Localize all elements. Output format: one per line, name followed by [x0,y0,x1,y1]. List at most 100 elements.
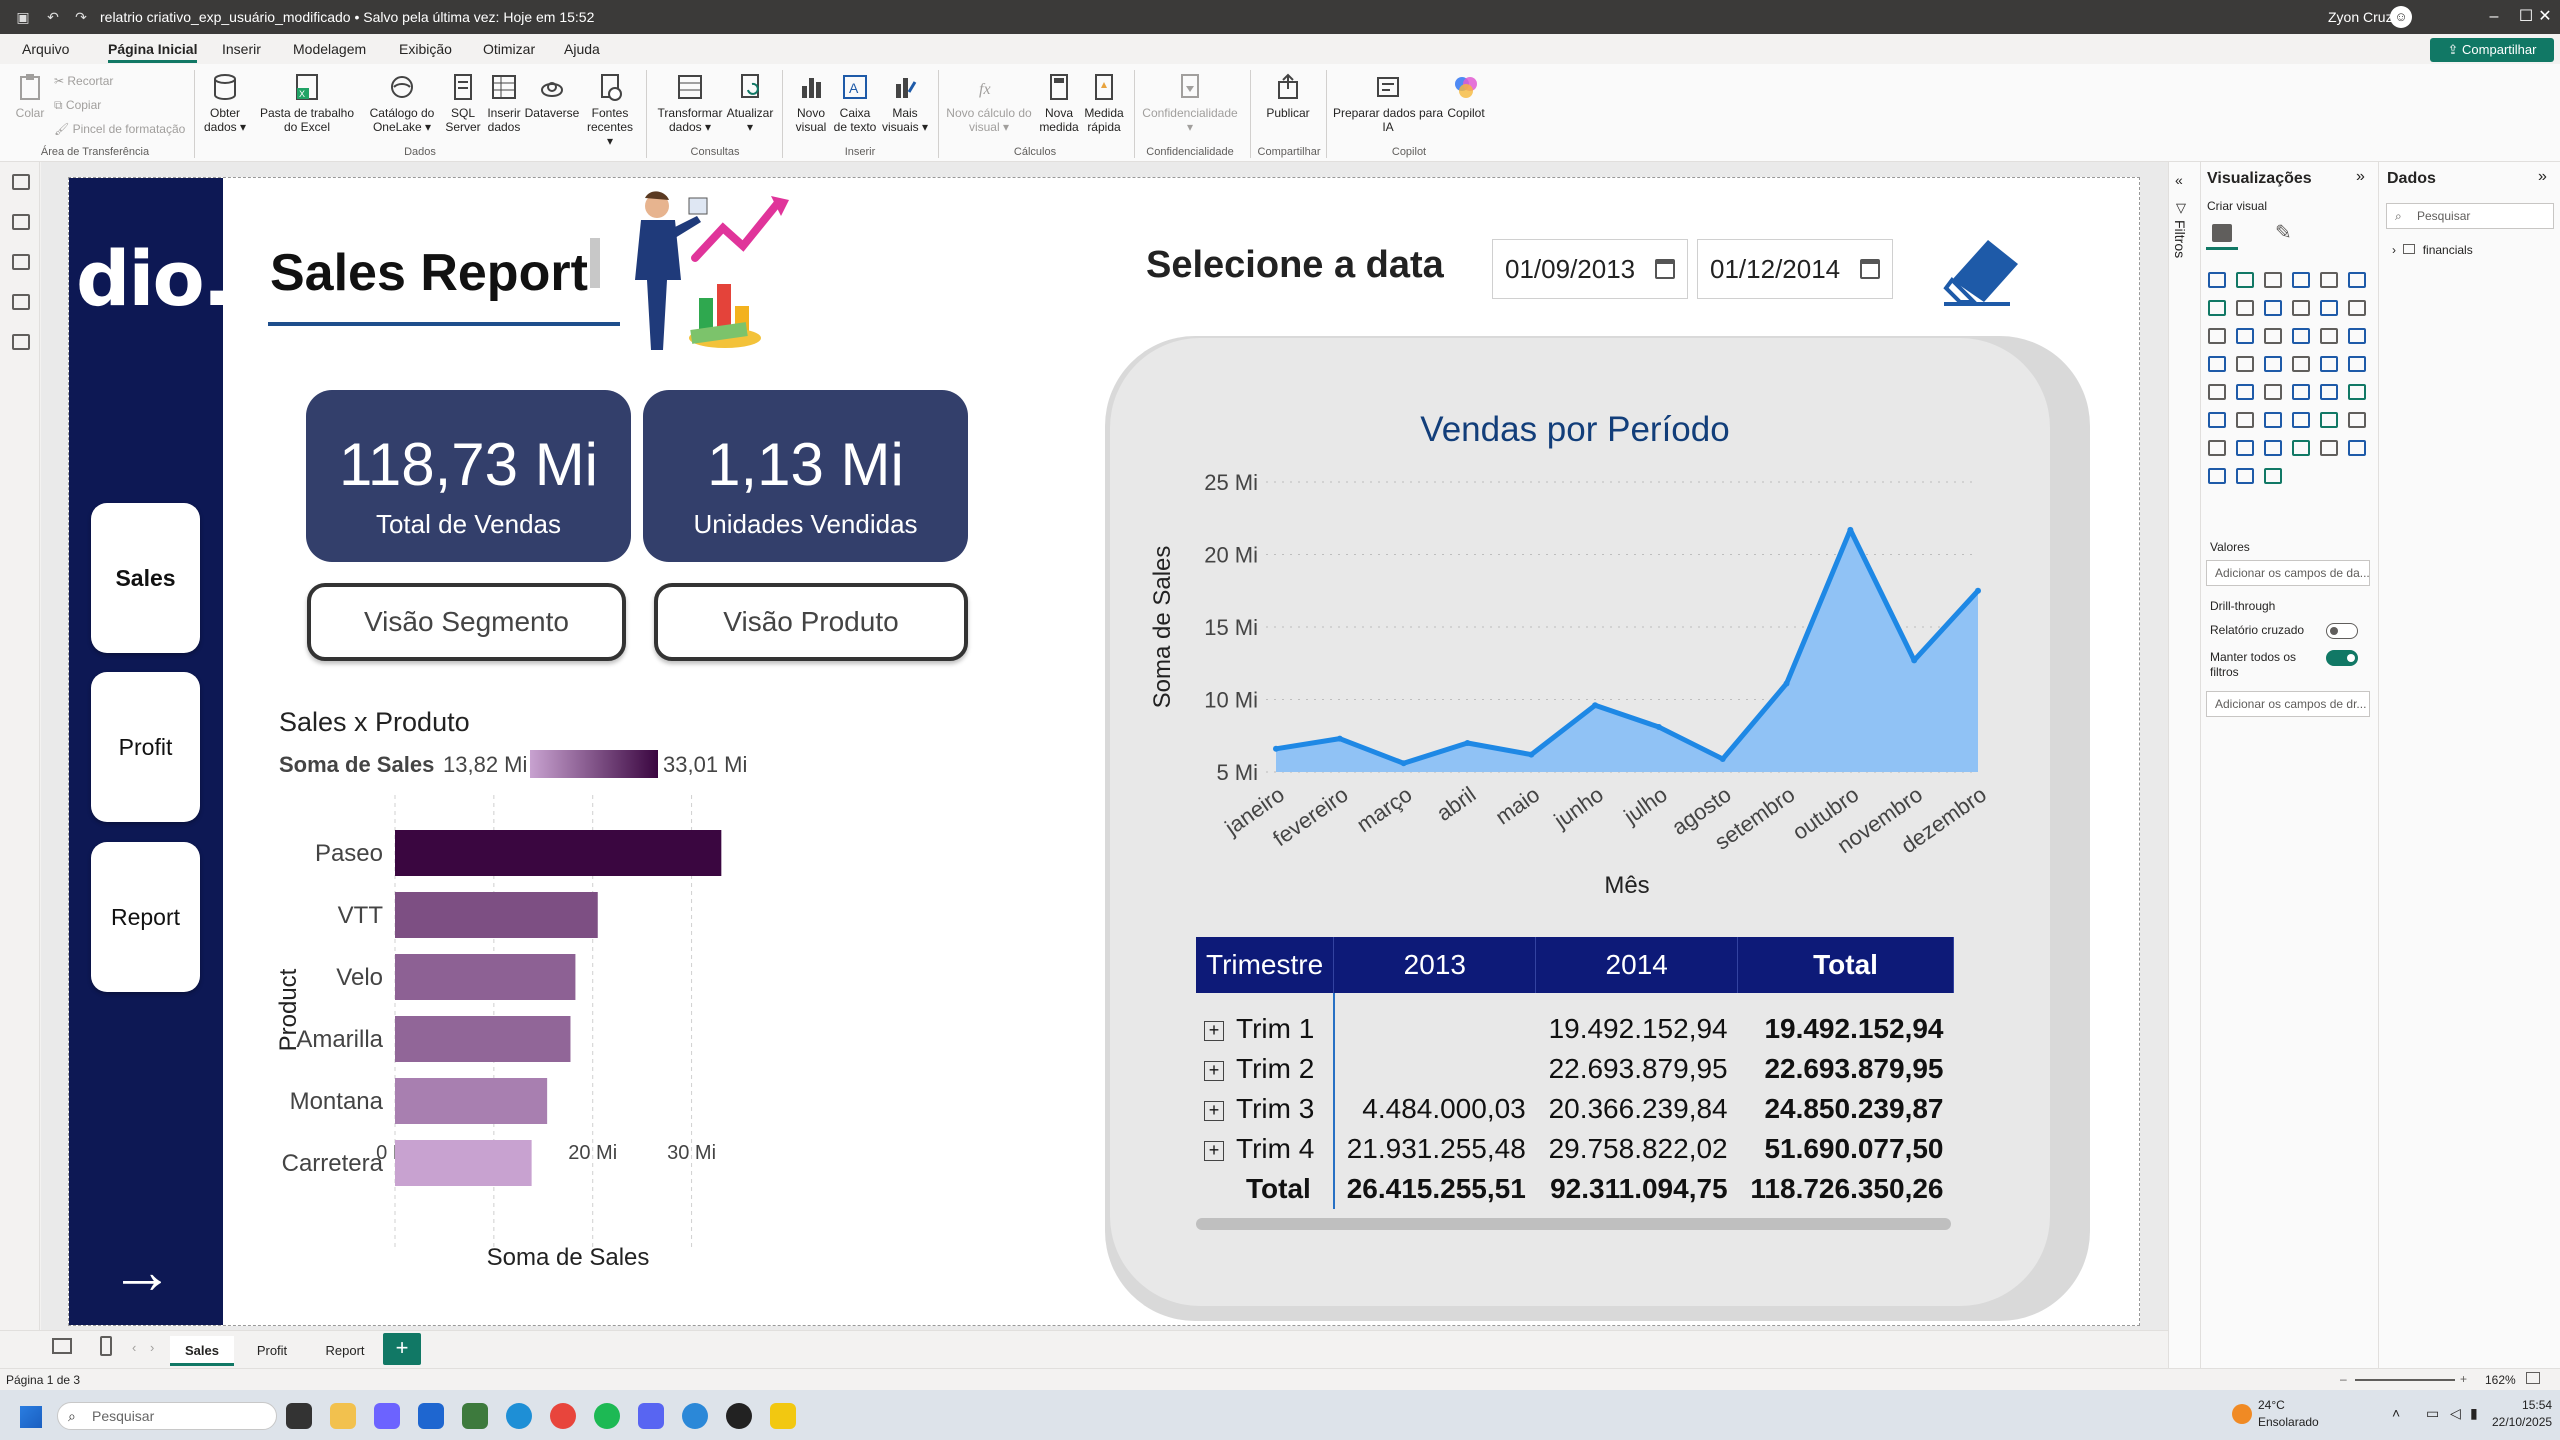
table-row[interactable]: + Trim 2 22.693.879,95 22.693.879,95 [1196,1049,1954,1089]
chevron-up-icon[interactable]: ˄ [2392,1405,2400,1421]
visual-type-icon[interactable] [2292,412,2310,428]
save-icon[interactable]: ▣ [14,8,32,26]
visual-type-icon[interactable] [2236,356,2254,372]
expand-icon[interactable]: + [1204,1140,1224,1161]
tab-modelagem[interactable]: Modelagem [293,41,366,57]
tab-ajuda[interactable]: Ajuda [564,41,600,57]
publish-button[interactable]: Publicar [1258,72,1318,120]
visual-type-icon[interactable] [2292,356,2310,372]
matrix-header-trimestre[interactable]: Trimestre [1196,937,1335,993]
calendar-icon[interactable] [1655,259,1675,279]
windows-start-icon[interactable] [20,1406,42,1428]
quarter-matrix[interactable]: Trimestre 2013 2014 Total + Trim 1 19.492… [1196,937,1954,1209]
visual-type-icon[interactable] [2264,412,2282,428]
date-end-input[interactable]: 01/12/2014 [1697,239,1893,299]
visual-type-icon[interactable] [2208,468,2226,484]
visual-type-icon[interactable] [2348,440,2366,456]
spotify-icon[interactable] [594,1403,620,1429]
model-view-icon[interactable] [12,254,30,270]
format-painter-button[interactable]: 🖌 Pincel de formatação [54,122,185,136]
collapse-left-icon[interactable]: « [2175,172,2183,188]
cross-report-toggle[interactable] [2326,623,2358,639]
visual-type-icon[interactable] [2348,384,2366,400]
values-drop-field[interactable]: Adicionar os campos de da... [2206,560,2370,586]
tmdl-view-icon[interactable] [12,334,30,350]
add-page-button[interactable]: + [383,1333,421,1365]
taskbar-search[interactable]: ⌕ Pesquisar [57,1402,277,1430]
redo-icon[interactable]: ↷ [72,8,90,26]
edge-icon[interactable] [506,1403,532,1429]
get-data-button[interactable]: Obter dados ▾ [200,72,250,134]
nav-report-button[interactable]: Report [91,842,200,992]
format-visual-icon[interactable]: ✎ [2275,220,2292,245]
visual-type-icon[interactable] [2236,384,2254,400]
visual-type-icon[interactable] [2292,384,2310,400]
matrix-scrollbar[interactable] [1196,1218,1951,1230]
table-financials[interactable]: › financials [2392,243,2473,257]
matrix-header-2013[interactable]: 2013 [1333,937,1537,993]
visual-type-icon[interactable] [2348,412,2366,428]
page-tab-profit[interactable]: Profit [240,1336,304,1366]
refresh-button[interactable]: Atualizar ▾ [724,72,776,134]
matrix-header-2014[interactable]: 2014 [1535,937,1739,993]
visual-type-icon[interactable] [2208,412,2226,428]
text-box-button[interactable]: A Caixa de texto [832,72,878,134]
new-visual-button[interactable]: Novo visual [790,72,832,134]
visual-type-icon[interactable] [2208,328,2226,344]
mobile-layout-icon[interactable] [100,1336,112,1356]
page-tab-sales[interactable]: Sales [170,1336,234,1366]
zoom-in-icon[interactable]: + [2460,1372,2467,1386]
new-measure-button[interactable]: Nova medida [1036,72,1082,134]
prepare-ai-button[interactable]: Preparar dados para IA [1332,72,1444,134]
segment-view-button[interactable]: Visão Segmento [307,583,626,661]
transform-data-button[interactable]: Transformar dados ▾ [654,72,726,134]
next-page-icon[interactable]: › [150,1340,154,1355]
enter-data-button[interactable]: Inserir dados [484,72,524,134]
collapse-right-icon[interactable]: » [2356,168,2365,186]
dataverse-button[interactable]: Dataverse [524,72,580,120]
visual-type-icon[interactable] [2236,412,2254,428]
discord-icon[interactable] [638,1403,664,1429]
share-button[interactable]: ⇪ Compartilhar [2430,38,2554,62]
tab-inserir[interactable]: Inserir [222,41,261,57]
visual-type-icon[interactable] [2236,468,2254,484]
undo-icon[interactable]: ↶ [44,8,62,26]
zoom-slider[interactable] [2355,1379,2455,1381]
clock[interactable]: 15:54 22/10/2025 [2492,1397,2552,1431]
visual-type-icon[interactable] [2264,440,2282,456]
copy-button[interactable]: ⧉ Copiar [54,98,101,113]
visual-type-icon[interactable] [2264,356,2282,372]
table-row[interactable]: + Trim 4 21.931.255,48 29.758.822,02 51.6… [1196,1129,1954,1169]
report-view-icon[interactable] [12,174,30,190]
visual-type-icon[interactable] [2292,328,2310,344]
battery-icon[interactable]: ▮ [2470,1405,2478,1422]
prev-page-icon[interactable]: ‹ [132,1340,136,1355]
visual-type-icon[interactable] [2264,328,2282,344]
visual-type-icon[interactable] [2208,384,2226,400]
drill-drop-field[interactable]: Adicionar os campos de dr... [2206,691,2370,717]
sales-by-product-chart[interactable]: 0 Mi10 Mi20 Mi30 MiPaseoVTTVeloAmarillaM… [270,795,1030,1275]
visual-type-icon[interactable] [2264,468,2282,484]
dax-view-icon[interactable] [12,294,30,310]
chrome-icon[interactable] [550,1403,576,1429]
visual-type-icon[interactable] [2348,356,2366,372]
data-search-input[interactable]: ⌕ Pesquisar [2386,203,2554,229]
app-icon[interactable] [462,1403,488,1429]
close-icon[interactable]: ✕ [2530,4,2560,30]
visual-type-icon[interactable] [2236,300,2254,316]
visual-type-icon[interactable] [2264,300,2282,316]
desktop-layout-icon[interactable] [52,1338,72,1354]
tab-otimizar[interactable]: Otimizar [483,41,535,57]
paste-button[interactable]: Colar [10,72,50,120]
visual-type-icon[interactable] [2236,272,2254,288]
cut-button[interactable]: ✂ Recortar [54,74,113,88]
visual-type-icon[interactable] [2292,300,2310,316]
sales-by-period-chart[interactable]: 5 Mi10 Mi15 Mi20 Mi25 Mijaneirofevereiro… [1140,460,2010,900]
matrix-header-total[interactable]: Total [1737,937,1954,993]
visual-type-icon[interactable] [2208,440,2226,456]
visual-type-icon[interactable] [2348,300,2366,316]
copilot-app-icon[interactable] [374,1403,400,1429]
visual-type-icon[interactable] [2320,356,2338,372]
tab-exibicao[interactable]: Exibição [399,41,452,57]
expand-icon[interactable]: + [1204,1060,1224,1081]
